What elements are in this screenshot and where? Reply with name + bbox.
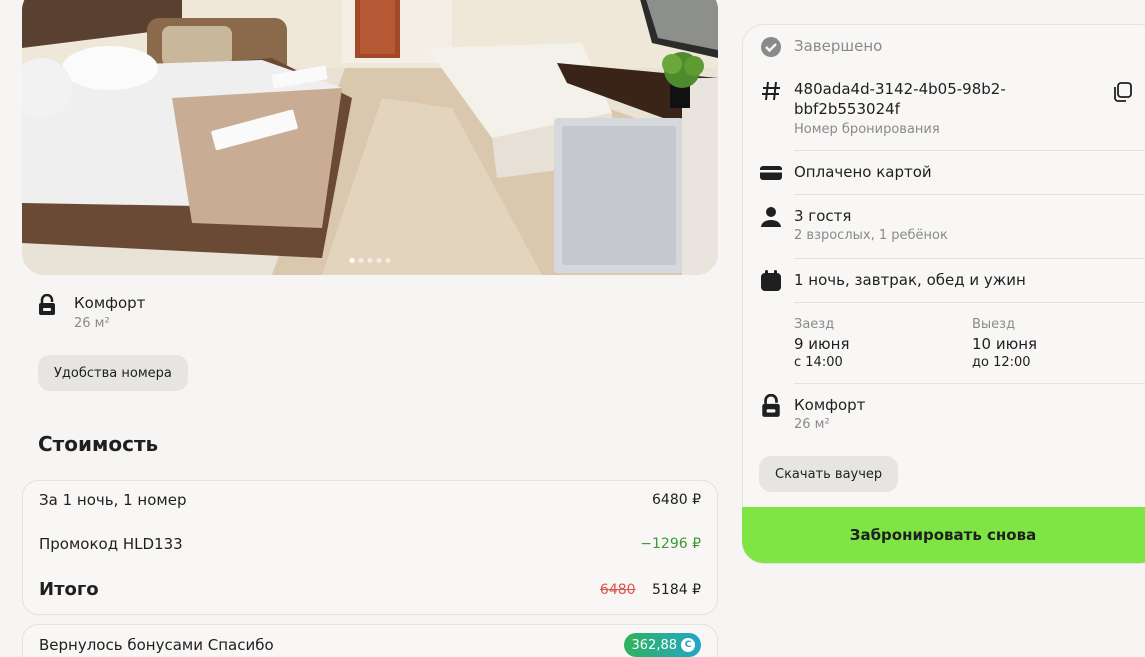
divider xyxy=(794,302,1145,303)
price-row-total: Итого 6480 5184 ₽ xyxy=(39,579,701,600)
total-old-price: 6480 xyxy=(599,581,636,598)
checkout-time: до 12:00 xyxy=(972,355,1031,370)
calendar-icon xyxy=(761,270,781,291)
bonus-card: Вернулось бонусами Спасибо 362,88 С xyxy=(22,624,718,657)
hash-icon xyxy=(762,81,780,101)
checkout-label: Выезд xyxy=(972,317,1016,332)
divider xyxy=(794,194,1145,195)
card-icon xyxy=(760,166,782,180)
divider xyxy=(794,150,1145,151)
booking-id-label: Номер бронирования xyxy=(794,122,940,137)
promo-label: Промокод HLD133 xyxy=(39,535,183,553)
guests-count: 3 гостя xyxy=(794,207,852,225)
carousel-dot[interactable] xyxy=(367,258,373,263)
total-value: 5184 ₽ xyxy=(652,581,701,598)
meal-plan: 1 ночь, завтрак, обед и ужин xyxy=(794,271,1026,289)
check-circle-icon xyxy=(761,37,781,57)
total-label: Итого xyxy=(39,579,99,600)
side-room-name: Комфорт xyxy=(794,396,866,414)
copy-icon[interactable] xyxy=(1111,81,1133,103)
promo-value: −1296 ₽ xyxy=(640,536,701,552)
lock-icon xyxy=(762,394,780,417)
checkin-time: с 14:00 xyxy=(794,355,843,370)
carousel-dot[interactable] xyxy=(349,258,355,263)
checkin: Заезд 9 июня с 14:00 xyxy=(794,317,972,370)
checkout: Выезд 10 июня до 12:00 xyxy=(972,317,1145,370)
bonus-label: Вернулось бонусами Спасибо xyxy=(39,636,274,654)
nightly-label: За 1 ночь, 1 номер xyxy=(39,491,187,509)
spasibo-coin-icon: С xyxy=(681,638,695,652)
lock-icon xyxy=(39,294,55,315)
nightly-value: 6480 ₽ xyxy=(652,492,701,508)
room-info: Комфорт 26 м² xyxy=(38,294,145,331)
person-icon xyxy=(761,207,781,227)
payment-method: Оплачено картой xyxy=(794,163,932,181)
price-row-nightly: За 1 ночь, 1 номер 6480 ₽ xyxy=(39,491,701,509)
side-room-area: 26 м² xyxy=(794,417,830,432)
room-photo xyxy=(22,0,718,275)
guests-detail: 2 взрослых, 1 ребёнок xyxy=(794,228,948,243)
booking-id: 480ada4d-3142-4b05-98b2-bbf2b553024f xyxy=(794,80,1006,118)
bonus-value: 362,88 xyxy=(631,637,678,653)
room-amenities-button[interactable]: Удобства номера xyxy=(38,355,188,391)
checkin-label: Заезд xyxy=(794,317,835,332)
room-area: 26 м² xyxy=(74,316,110,331)
room-name: Комфорт xyxy=(74,294,146,312)
checkout-date: 10 июня xyxy=(972,335,1038,353)
room-photo-carousel[interactable] xyxy=(22,0,718,275)
bonus-badge: 362,88 С xyxy=(623,633,701,657)
price-row-promo: Промокод HLD133 −1296 ₽ xyxy=(39,535,701,553)
price-breakdown-card: За 1 ночь, 1 номер 6480 ₽ Промокод HLD13… xyxy=(22,480,718,615)
carousel-dot[interactable] xyxy=(376,258,382,263)
cost-section-title: Стоимость xyxy=(38,432,159,456)
carousel-dot[interactable] xyxy=(385,258,391,263)
booking-details-page: Комфорт 26 м² Удобства номера Стоимость … xyxy=(0,0,1145,657)
checkin-date: 9 июня xyxy=(794,335,850,353)
book-again-button[interactable]: Забронировать снова xyxy=(742,507,1145,563)
divider xyxy=(794,258,1145,259)
booking-status: Завершено xyxy=(794,37,883,55)
booking-summary-card: Завершено 480ada4d-3142-4b05-98b2-bbf2b5… xyxy=(742,24,1145,564)
carousel-dots xyxy=(349,258,391,263)
carousel-dot[interactable] xyxy=(358,258,364,263)
stay-dates: Заезд 9 июня с 14:00 Выезд 10 июня до 12… xyxy=(794,317,1145,370)
download-voucher-button[interactable]: Скачать ваучер xyxy=(759,456,899,492)
divider xyxy=(794,383,1145,384)
